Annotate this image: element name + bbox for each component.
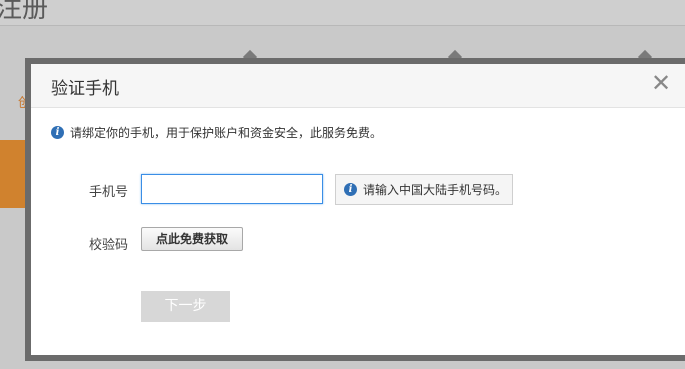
close-icon[interactable]: ✕ (651, 67, 671, 99)
background-orange-block (0, 140, 28, 208)
phone-input[interactable] (141, 174, 323, 204)
dialog-header: 验证手机 ✕ (31, 64, 685, 108)
notice-text: 请绑定你的手机，用于保护账户和资金安全，此服务免费。 (70, 125, 383, 140)
background-header: 注册 (0, 0, 685, 26)
info-icon: i (51, 125, 64, 139)
phone-tip: i 请输入中国大陆手机号码。 (335, 174, 513, 205)
dialog-frame: 验证手机 ✕ i 请绑定你的手机，用于保护账户和资金安全，此服务免费。 手机号 … (25, 58, 685, 361)
phone-label: 手机号 (89, 185, 129, 200)
get-code-button[interactable]: 点此免费获取 (141, 227, 243, 251)
info-icon: i (344, 183, 357, 196)
background-page-title: 注册 (0, 0, 49, 24)
notice-message: i 请绑定你的手机，用于保护账户和资金安全，此服务免费。 (51, 124, 382, 140)
phone-tip-text: 请输入中国大陆手机号码。 (363, 183, 508, 197)
dialog-title: 验证手机 (51, 79, 119, 99)
next-step-button[interactable]: 下一步 (141, 291, 230, 322)
verification-code-label: 校验码 (89, 238, 129, 253)
verify-phone-dialog: 验证手机 ✕ i 请绑定你的手机，用于保护账户和资金安全，此服务免费。 手机号 … (31, 64, 685, 355)
